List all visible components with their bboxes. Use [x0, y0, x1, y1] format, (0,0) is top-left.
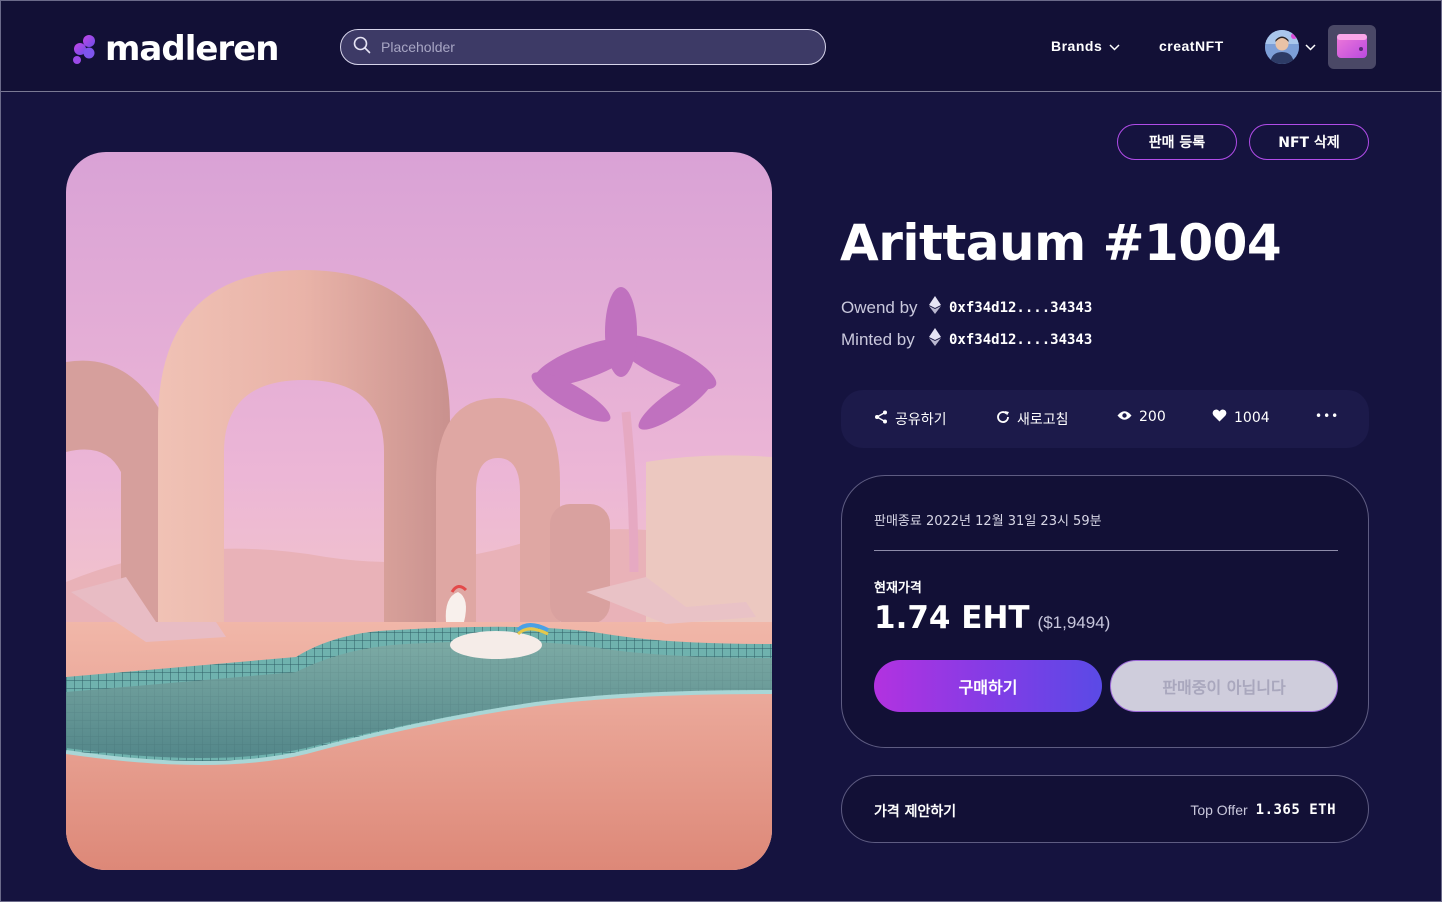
list-for-sale-button[interactable]: 판매 등록 — [1117, 124, 1237, 160]
nft-toolbar: 공유하기 새로고침 200 1004 ••• — [841, 390, 1369, 448]
views-value: 200 — [1139, 409, 1166, 425]
top-offer-label: Top Offer — [1190, 802, 1248, 818]
make-offer-button[interactable]: 가격 제안하기 — [874, 801, 956, 821]
search-icon — [353, 36, 371, 59]
logo[interactable]: madleren — [69, 29, 279, 69]
logo-mark-icon — [69, 33, 99, 65]
offer-card: 가격 제안하기 Top Offer 1.365 ETH — [841, 775, 1369, 843]
price-value: 1.74 EHT — [874, 600, 1030, 636]
owner-address[interactable]: 0xf34d12....34343 — [949, 300, 1092, 316]
avatar — [1265, 30, 1299, 64]
ethereum-icon — [929, 296, 941, 319]
nft-title: Arittaum #1004 — [840, 214, 1282, 272]
delete-nft-button[interactable]: NFT 삭제 — [1249, 124, 1369, 160]
chevron-down-icon — [1305, 38, 1316, 56]
top-header: madleren Brands creatNFT — [1, 1, 1441, 92]
price-usd: ($1,9494) — [1037, 613, 1111, 632]
likes-value: 1004 — [1234, 409, 1270, 426]
chevron-down-icon — [1109, 38, 1120, 54]
divider — [874, 550, 1338, 551]
minted-by-row: Minted by 0xf34d12....34343 — [841, 328, 1092, 351]
share-icon — [874, 410, 888, 428]
owned-by-label: Owend by — [841, 297, 918, 317]
owned-by-row: Owend by 0xf34d12....34343 — [841, 296, 1092, 319]
current-price-label: 현재가격 — [874, 581, 922, 596]
more-options-button[interactable]: ••• — [1315, 409, 1339, 423]
search-input[interactable] — [381, 39, 801, 55]
views-count: 200 — [1117, 409, 1166, 425]
refresh-label: 새로고침 — [1017, 412, 1069, 428]
top-offer-value: 1.365 ETH — [1255, 802, 1336, 818]
nav-brands-dropdown[interactable]: Brands — [1051, 38, 1120, 54]
nav-brands-label: Brands — [1051, 38, 1103, 54]
like-button[interactable]: 1004 — [1212, 409, 1270, 426]
price-display: 1.74 EHT ($1,9494) — [874, 600, 1110, 636]
sale-end-time: 판매종료 2022년 12월 31일 23시 59분 — [874, 514, 1102, 529]
top-offer: Top Offer 1.365 ETH — [1190, 802, 1336, 818]
eye-icon — [1117, 409, 1132, 425]
wallet-icon — [1336, 31, 1368, 64]
buy-button[interactable]: 구매하기 — [874, 660, 1102, 712]
profile-menu[interactable] — [1265, 30, 1316, 64]
wallet-button[interactable] — [1328, 25, 1376, 69]
nft-image — [66, 152, 772, 870]
nav-create-nft[interactable]: creatNFT — [1159, 38, 1224, 54]
sale-card: 판매종료 2022년 12월 31일 23시 59분 현재가격 1.74 EHT… — [841, 475, 1369, 748]
more-dots-icon: ••• — [1315, 409, 1340, 423]
minter-address[interactable]: 0xf34d12....34343 — [949, 332, 1092, 348]
heart-icon — [1212, 409, 1227, 426]
share-label: 공유하기 — [895, 412, 947, 428]
refresh-icon — [996, 410, 1010, 428]
refresh-button[interactable]: 새로고침 — [996, 409, 1069, 429]
search-bar[interactable] — [340, 29, 826, 65]
share-button[interactable]: 공유하기 — [874, 409, 947, 429]
ethereum-icon — [929, 328, 941, 351]
logo-text: madleren — [105, 29, 279, 69]
not-for-sale-button: 판매중이 아닙니다 — [1110, 660, 1338, 712]
minted-by-label: Minted by — [841, 329, 915, 349]
